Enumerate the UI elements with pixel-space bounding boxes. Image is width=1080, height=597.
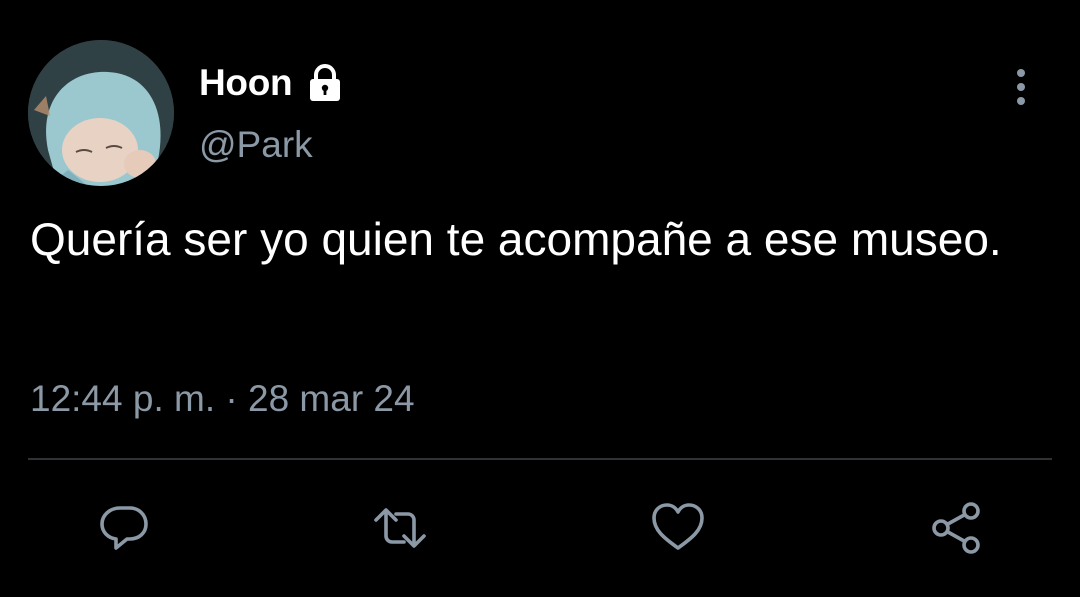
tweet-time: 12:44 p. m. xyxy=(30,378,216,419)
more-dot xyxy=(1017,83,1025,91)
heart-icon xyxy=(652,503,704,550)
tweet-date: 28 mar 24 xyxy=(248,378,415,419)
tweet-timestamp[interactable]: 12:44 p. m. · 28 mar 24 xyxy=(30,378,415,420)
retweet-button[interactable] xyxy=(372,500,428,556)
lock-icon xyxy=(304,62,346,104)
more-dot xyxy=(1017,69,1025,77)
user-handle[interactable]: @Park xyxy=(199,124,313,166)
share-button[interactable] xyxy=(928,500,984,556)
display-name[interactable]: Hoon xyxy=(199,62,293,104)
tweet-card: Hoon @Park Quería ser yo quien te acompa… xyxy=(0,0,1080,597)
reply-icon xyxy=(100,506,148,550)
tweet-text: Quería ser yo quien te acompañe a ese mu… xyxy=(30,213,1002,265)
user-name-row: Hoon xyxy=(199,58,346,108)
divider xyxy=(28,458,1052,460)
more-dot xyxy=(1017,97,1025,105)
retweet-icon xyxy=(374,508,426,548)
avatar-image xyxy=(28,40,174,186)
more-vertical-icon[interactable] xyxy=(1000,64,1042,110)
share-icon xyxy=(932,502,980,554)
timestamp-separator: · xyxy=(225,378,238,419)
avatar[interactable] xyxy=(28,40,174,186)
like-button[interactable] xyxy=(650,500,706,556)
reply-button[interactable] xyxy=(96,500,152,556)
